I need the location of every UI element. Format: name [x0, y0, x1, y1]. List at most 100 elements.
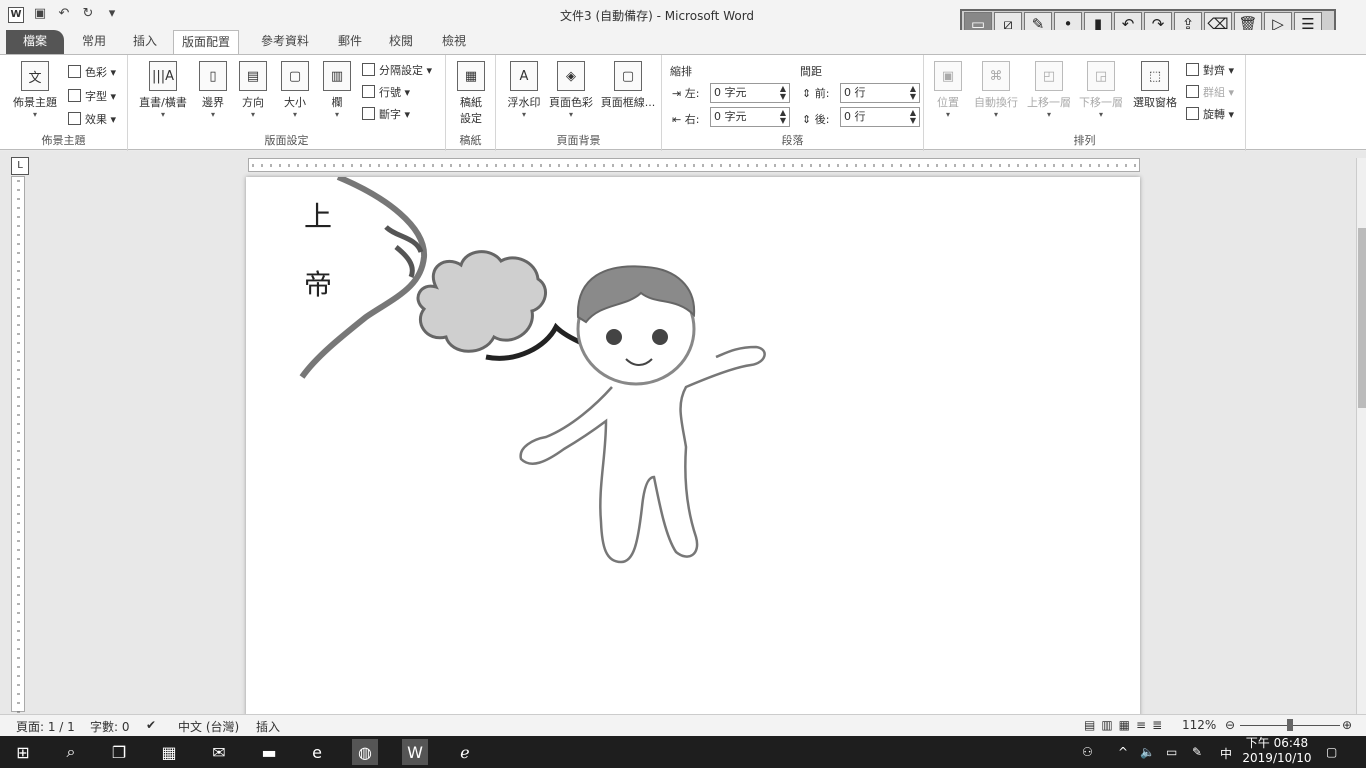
- network-icon[interactable]: ▭: [1166, 745, 1177, 759]
- watermark-button[interactable]: A 浮水印 ▾: [502, 61, 546, 119]
- colors-icon: [68, 65, 81, 78]
- pen-icon[interactable]: ✎: [1192, 745, 1202, 759]
- spinner-icon[interactable]: ▲ ▼: [780, 109, 786, 125]
- selection-pane-button[interactable]: ⬚ 選取窗格: [1130, 61, 1180, 110]
- undo-icon[interactable]: ↶: [56, 6, 72, 21]
- size-button[interactable]: ▢ 大小 ▾: [278, 61, 312, 119]
- proofing-icon[interactable]: ✔: [146, 718, 156, 732]
- scroll-thumb[interactable]: [1358, 228, 1366, 408]
- word-app-icon[interactable]: W: [8, 7, 24, 23]
- breaks-button[interactable]: 分隔設定 ▾: [362, 62, 432, 78]
- effects-button[interactable]: 效果 ▾: [68, 111, 116, 127]
- vertical-ruler[interactable]: [11, 176, 25, 713]
- position-icon: ▣: [934, 61, 962, 91]
- ruler-ticks: [252, 164, 1136, 167]
- insert-mode-status[interactable]: 插入: [256, 718, 280, 735]
- bring-forward-button[interactable]: ◰ 上移一層 ▾: [1024, 61, 1074, 119]
- zoom-slider-thumb[interactable]: [1287, 719, 1293, 731]
- zoom-level[interactable]: 112%: [1182, 718, 1216, 732]
- mail-icon[interactable]: ✉: [206, 739, 232, 765]
- redo-icon[interactable]: ↻: [80, 6, 96, 21]
- spinner-icon[interactable]: ▲ ▼: [780, 85, 786, 101]
- fonts-button[interactable]: 字型 ▾: [68, 88, 116, 104]
- line-app-icon[interactable]: ◍: [352, 739, 378, 765]
- ime-indicator[interactable]: 中: [1220, 745, 1232, 762]
- horizontal-ruler[interactable]: [248, 158, 1140, 172]
- tab-references[interactable]: 參考資料: [261, 30, 309, 54]
- boy-right-eye-drawing: [652, 329, 668, 345]
- search-icon[interactable]: ⌕: [58, 739, 84, 765]
- status-bar: 頁面: 1 / 1 字數: 0 ✔ 中文 (台灣) 插入 ▤▥▦≡≣ 112% …: [0, 714, 1366, 736]
- tab-home[interactable]: 常用: [82, 30, 106, 54]
- align-button[interactable]: 對齊 ▾: [1186, 62, 1234, 78]
- breaks-icon: [362, 63, 375, 76]
- text-direction-button[interactable]: |||A 直書/橫書 ▾: [134, 61, 192, 119]
- tab-review[interactable]: 校閱: [389, 30, 413, 54]
- group-button[interactable]: 群組 ▾: [1186, 84, 1234, 100]
- document-page[interactable]: 上 帝: [246, 177, 1140, 717]
- spacing-after-label: ⇕ 後:: [802, 113, 830, 126]
- wrap-text-button[interactable]: ⌘ 自動換行 ▾: [970, 61, 1022, 119]
- spacing-after-input[interactable]: 0 行 ▲ ▼: [840, 107, 920, 127]
- spinner-icon[interactable]: ▲ ▼: [910, 109, 916, 125]
- zoom-in-icon[interactable]: ⊕: [1342, 718, 1352, 732]
- margins-icon: ▯: [199, 61, 227, 91]
- dropdown-icon: ▾: [32, 110, 37, 119]
- window-title: 文件3 (自動備存) - Microsoft Word: [560, 9, 755, 23]
- position-button[interactable]: ▣ 位置 ▾: [930, 61, 966, 119]
- task-view-icon[interactable]: ❐: [106, 739, 132, 765]
- volume-icon[interactable]: 🔈: [1140, 745, 1155, 759]
- indent-right-input[interactable]: 0 字元 ▲ ▼: [710, 107, 790, 127]
- start-icon[interactable]: ⊞: [10, 739, 36, 765]
- manuscript-settings-button[interactable]: ▦ 稿紙 設定: [454, 61, 488, 126]
- notifications-icon[interactable]: ▢: [1326, 745, 1337, 759]
- page-borders-button[interactable]: ▢ 頁面框線...: [598, 61, 658, 110]
- customize-icon[interactable]: ▾: [104, 6, 120, 21]
- indent-right-label: ⇤ 右:: [672, 113, 700, 126]
- tab-mailings[interactable]: 郵件: [338, 30, 362, 54]
- colors-button[interactable]: 色彩 ▾: [68, 64, 116, 80]
- line-numbers-button[interactable]: 行號 ▾: [362, 84, 410, 100]
- tab-insert[interactable]: 插入: [133, 30, 157, 54]
- vertical-scrollbar[interactable]: [1356, 158, 1366, 714]
- store-icon[interactable]: ▦: [156, 739, 182, 765]
- orientation-icon: ▤: [239, 61, 267, 91]
- ie-icon[interactable]: ℯ: [452, 739, 478, 765]
- orientation-button[interactable]: ▤ 方向 ▾: [236, 61, 270, 119]
- indent-left-label: ⇥ 左:: [672, 87, 700, 100]
- clock-date: 2019/10/10: [1242, 751, 1312, 765]
- page-color-button[interactable]: ◈ 頁面色彩 ▾: [546, 61, 596, 119]
- view-buttons[interactable]: ▤▥▦≡≣: [1084, 718, 1168, 732]
- tab-file[interactable]: 檔案: [6, 30, 64, 54]
- spacing-before-input[interactable]: 0 行 ▲ ▼: [840, 83, 920, 103]
- spinner-icon[interactable]: ▲ ▼: [910, 85, 916, 101]
- clock[interactable]: 下午 06:48 2019/10/10: [1242, 736, 1312, 766]
- save-icon[interactable]: ▣: [32, 6, 48, 21]
- word-taskbar-icon[interactable]: W: [402, 739, 428, 765]
- hyphenation-button[interactable]: 斷字 ▾: [362, 106, 410, 122]
- group-manuscript: ▦ 稿紙 設定 稿紙: [446, 55, 496, 151]
- clock-time: 下午 06:48: [1245, 736, 1309, 750]
- text-direction-icon: |||A: [149, 61, 177, 91]
- show-hidden-icons-icon[interactable]: ^: [1118, 745, 1128, 759]
- bring-forward-icon: ◰: [1035, 61, 1063, 91]
- indent-left-input[interactable]: 0 字元 ▲ ▼: [710, 83, 790, 103]
- zoom-out-icon[interactable]: ⊖: [1225, 718, 1235, 732]
- margins-button[interactable]: ▯ 邊界 ▾: [196, 61, 230, 119]
- tab-view[interactable]: 檢視: [442, 30, 466, 54]
- tab-page-layout[interactable]: 版面配置: [173, 30, 240, 54]
- themes-button[interactable]: 文 佈景主題 ▾: [10, 61, 60, 119]
- columns-button[interactable]: ▥ 欄 ▾: [322, 61, 352, 119]
- file-explorer-icon[interactable]: ▬: [256, 739, 282, 765]
- rotate-button[interactable]: 旋轉 ▾: [1186, 106, 1234, 122]
- page-count[interactable]: 頁面: 1 / 1: [16, 718, 75, 735]
- group-icon: [1186, 85, 1199, 98]
- drawing-canvas[interactable]: [246, 177, 1140, 717]
- tab-selector[interactable]: L: [11, 157, 29, 175]
- people-icon[interactable]: ⚇: [1082, 745, 1093, 759]
- send-backward-button[interactable]: ◲ 下移一層 ▾: [1076, 61, 1126, 119]
- language-status[interactable]: 中文 (台灣): [178, 718, 239, 735]
- word-count[interactable]: 字數: 0: [90, 718, 130, 735]
- edge-icon[interactable]: e: [304, 739, 330, 765]
- columns-icon: ▥: [323, 61, 351, 91]
